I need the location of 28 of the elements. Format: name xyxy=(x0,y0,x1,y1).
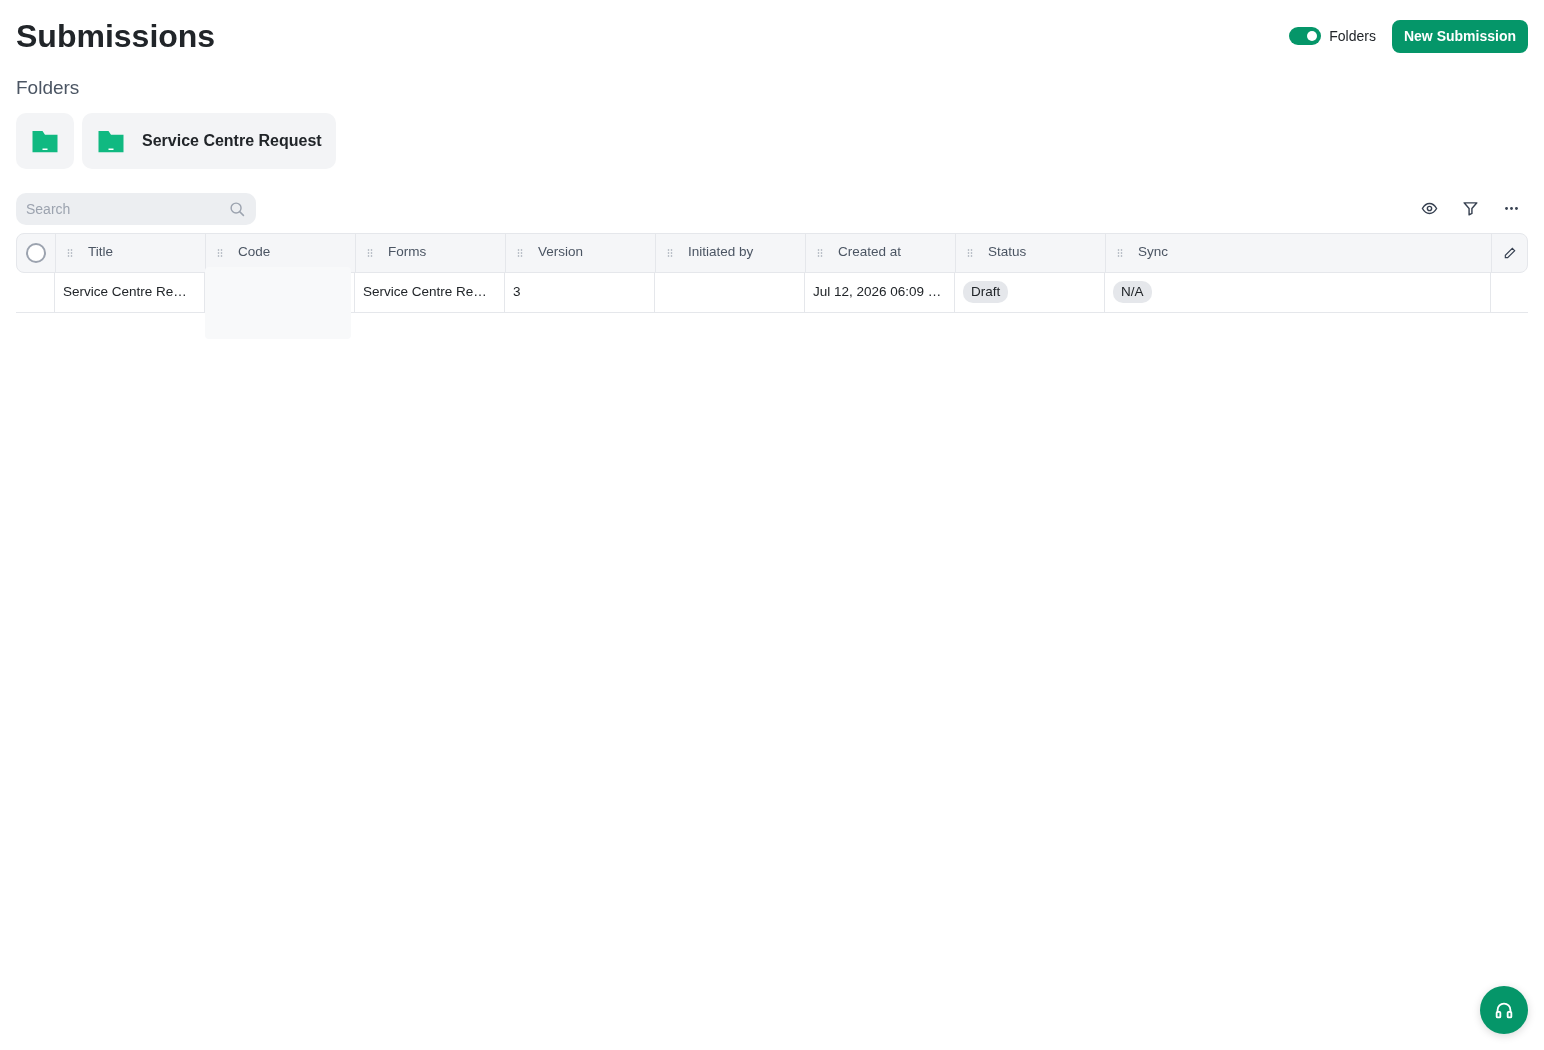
toggle-label: Folders xyxy=(1329,26,1376,46)
column-header: Title xyxy=(88,243,113,262)
table-cell-text: Service Centre Re… xyxy=(63,282,187,301)
column-header: Status xyxy=(988,243,1027,262)
column-header: Initiated by xyxy=(688,243,754,262)
column-header: Code xyxy=(238,243,271,262)
status-badge: N/A xyxy=(1113,280,1152,304)
table-cell-text: Jul 12, 2026 06:09 … xyxy=(813,282,942,301)
search-field[interactable]: Search xyxy=(16,192,256,225)
table-cell-text: 3 xyxy=(513,282,521,301)
status-badge: Draft xyxy=(963,280,1009,304)
folder-chip[interactable]: Service Centre Request xyxy=(82,112,336,169)
column-header: Version xyxy=(538,243,584,262)
folder-chip[interactable] xyxy=(16,112,74,169)
support-button[interactable] xyxy=(1480,986,1528,1034)
filter-icon[interactable] xyxy=(1462,200,1479,217)
new-submission-button[interactable]: New Submission xyxy=(1391,19,1528,53)
column-header: Created at xyxy=(838,243,902,262)
column-header: Forms xyxy=(388,243,427,262)
eye-icon[interactable] xyxy=(1421,200,1438,217)
table-cell-text: Service Centre Re… xyxy=(363,282,487,301)
folders-toggle[interactable] xyxy=(1289,27,1322,45)
select-all-checkbox[interactable] xyxy=(26,242,46,263)
page-title: Submissions xyxy=(16,17,216,56)
section-heading: Folders xyxy=(16,76,81,100)
search-icon xyxy=(229,200,246,218)
edit-icon[interactable] xyxy=(1502,245,1517,260)
column-header: Sync xyxy=(1138,243,1168,262)
